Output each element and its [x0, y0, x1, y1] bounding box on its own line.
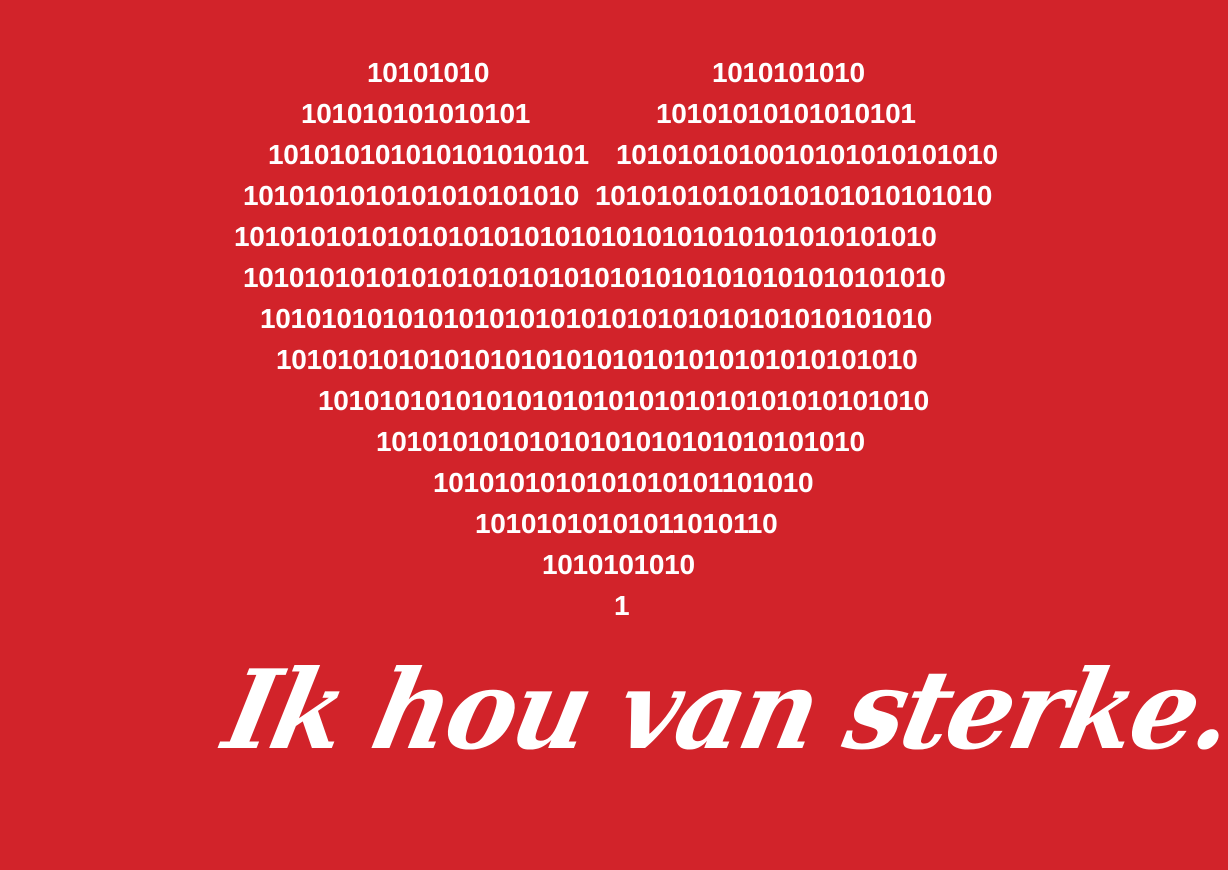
tagline: Ik hou van sterke....: [214, 644, 1228, 775]
heart-row-4-right: 10101010101010101010101010: [595, 180, 993, 211]
heart-row-13: 1010101010: [542, 549, 695, 580]
heart-row-14: 1: [614, 590, 630, 621]
heart-row-8: 1010101010101010101010101010101010101010…: [276, 344, 918, 375]
heart-row-9: 1010101010101010101010101010101010101010: [318, 385, 929, 416]
heart-row-4-left: 1010101010101010101010: [243, 180, 579, 211]
heart-row-10: 10101010101010101010101010101010: [376, 426, 865, 457]
heart-row-1-left: 10101010: [367, 57, 490, 88]
heart-row-1-right: 1010101010: [712, 57, 865, 88]
heart-row-3-left: 101010101010101010101: [268, 139, 589, 170]
heart-row-11: 1010101010101010101101010: [433, 467, 814, 498]
heart-row-2-right: 10101010101010101: [656, 98, 916, 129]
heart-row-5: 1010101010101010101010101010101010101010…: [234, 221, 937, 252]
heart-row-7: 1010101010101010101010101010101010101010…: [260, 303, 932, 334]
heart-row-12: 10101010101011010110: [475, 508, 778, 539]
heart-row-2-left: 101010101010101: [301, 98, 531, 129]
heart-row-3-right: 1010101010010101010101010: [616, 139, 998, 170]
heart-row-6: 1010101010101010101010101010101010101010…: [243, 262, 946, 293]
